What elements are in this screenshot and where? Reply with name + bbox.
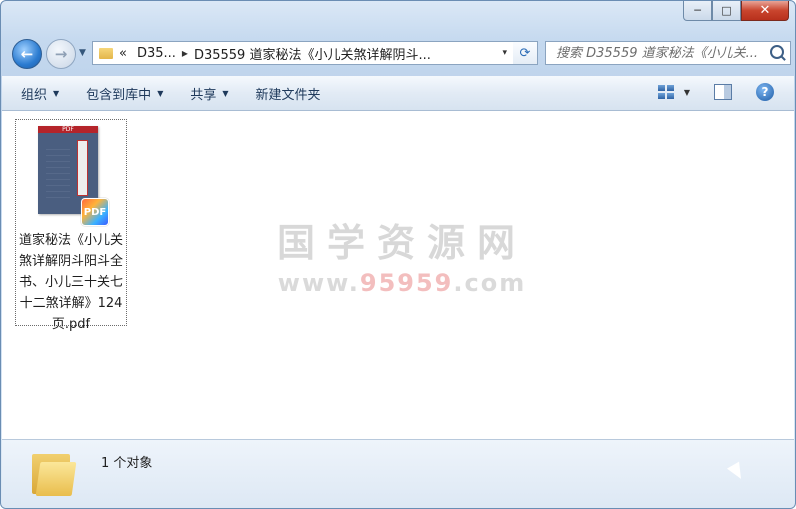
details-pane: 1 个对象 [2,439,794,508]
watermark-url-suffix: .com [453,269,527,297]
include-in-library-label: 包含到库中 [86,87,152,103]
breadcrumb-overflow-icon[interactable]: « [119,46,127,61]
new-folder-label: 新建文件夹 [255,87,321,103]
watermark-url-accent: 95959 [359,269,454,297]
thumbnail-header: PDF [38,126,98,133]
search-icon[interactable] [770,45,784,59]
search-input[interactable] [554,44,773,62]
watermark: 国学资源网 www.95959.com [272,221,532,297]
new-folder-button[interactable]: 新建文件夹 [256,84,321,103]
dropdown-arrow-icon: ▼ [157,88,164,98]
maximize-button[interactable]: □ [712,1,741,21]
thumbnail-title-strip [77,140,88,196]
close-button[interactable]: ✕ [741,1,789,21]
object-count-label: 1 个对象 [101,456,153,471]
organize-label: 组织 [21,87,48,103]
file-name-label[interactable]: 道家秘法《小儿关煞详解阴斗阳斗全书、小儿三十关七十二煞详解》124页.pdf [18,230,124,335]
share-label: 共享 [190,87,217,103]
forward-button[interactable]: → [46,39,76,69]
view-dropdown-icon[interactable]: ▼ [684,88,690,97]
back-button[interactable]: ← [12,39,42,69]
dropdown-arrow-icon: ▼ [222,88,229,98]
preview-pane-icon[interactable] [714,84,732,100]
caption-buttons: ─ □ ✕ [683,1,789,23]
share-menu-button[interactable]: 共享 ▼ [190,84,228,103]
organize-menu-button[interactable]: 组织 ▼ [21,84,59,103]
watermark-title: 国学资源网 [276,221,527,265]
mouse-cursor-icon [726,461,748,483]
toolbar-right-group: ▼ ? [657,83,774,101]
address-bar[interactable]: « D35... ▸ D35559 道家秘法《小儿关煞详解阴斗... ▾ [92,41,514,65]
change-view-icon[interactable] [657,85,674,99]
thumbnail-pattern [46,144,70,200]
refresh-button[interactable]: ⟳ [513,41,538,65]
watermark-url-prefix: www. [277,269,360,297]
recent-pages-dropdown-icon[interactable]: ▼ [79,48,86,58]
explorer-window: ─ □ ✕ ← → ▼ « D35... ▸ D35559 道家秘法《小儿关煞详… [0,0,796,509]
breadcrumb-separator-icon[interactable]: ▸ [182,46,188,60]
dropdown-arrow-icon: ▼ [53,88,60,98]
include-in-library-button[interactable]: 包含到库中 ▼ [86,84,163,103]
pdf-file-icon: PDF [81,198,109,226]
breadcrumb-item-parent[interactable]: D35... [137,46,176,61]
folder-icon [99,47,113,59]
search-box[interactable] [545,41,791,65]
help-icon[interactable]: ? [756,83,774,101]
address-row: ← → ▼ « D35... ▸ D35559 道家秘法《小儿关煞详解阴斗...… [9,37,791,69]
minimize-button[interactable]: ─ [683,1,712,21]
command-bar: 组织 ▼ 包含到库中 ▼ 共享 ▼ 新建文件夹 ▼ ? [2,76,794,111]
folder-icon-large [32,448,78,496]
file-list-area[interactable]: PDF PDF 道家秘法《小儿关煞详解阴斗阳斗全书、小儿三十关七十二煞详解》12… [2,111,794,439]
breadcrumb-item-current[interactable]: D35559 道家秘法《小儿关煞详解阴斗... [194,44,431,63]
address-dropdown-icon[interactable]: ▾ [502,48,507,58]
file-item[interactable]: PDF PDF 道家秘法《小儿关煞详解阴斗阳斗全书、小儿三十关七十二煞详解》12… [15,119,127,332]
watermark-url: www.95959.com [272,269,532,297]
